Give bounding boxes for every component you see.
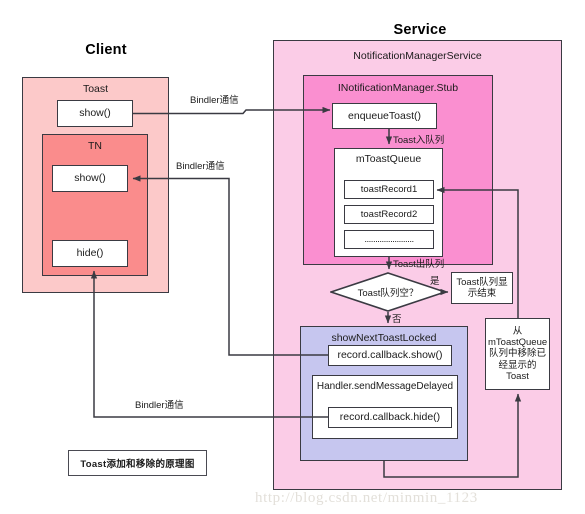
queue-empty-decision[interactable]: Toast队列空？ xyxy=(328,272,448,312)
tn-show-box[interactable]: show() xyxy=(52,165,128,192)
edge-label-binder-3: Bindler通信 xyxy=(135,400,184,411)
enqueue-toast-box[interactable]: enqueueToast() xyxy=(332,103,437,129)
remove-toast-label: 从mToastQueue队列中移除已经显示的Toast xyxy=(488,325,548,383)
stub-group-label: INotificationManager.Stub xyxy=(337,82,459,94)
legend-caption-box: Toast添加和移除的原理图 xyxy=(68,450,207,476)
show-next-toast-locked-label: showNextToastLocked xyxy=(331,332,437,344)
edge-label-dequeue: Toast出队列 xyxy=(393,259,445,270)
remove-toast-box: 从mToastQueue队列中移除已经显示的Toast xyxy=(485,318,550,390)
record-callback-hide-box[interactable]: record.callback.hide() xyxy=(328,407,452,428)
edge-label-yes: 是 xyxy=(430,276,440,287)
toast-queue-end-box: Toast队列显示结束 xyxy=(451,272,513,304)
toast-record-2[interactable]: toastRecord2 xyxy=(344,205,434,224)
handler-label: Handler.sendMessageDelayed xyxy=(316,381,454,392)
toast-queue-end-label: Toast队列显示结束 xyxy=(456,276,508,299)
mtoast-queue-label: mToastQueue xyxy=(355,153,422,165)
toast-record-more[interactable]: ....................... xyxy=(344,230,434,249)
edge-label-binder-1: Bindler通信 xyxy=(190,95,239,106)
toast-group-label: Toast xyxy=(82,83,109,95)
edge-label-no: 否 xyxy=(392,314,402,325)
diagram-canvas: Client Service Toast show() TN show() hi… xyxy=(0,0,585,514)
tn-hide-box[interactable]: hide() xyxy=(52,240,128,267)
service-title: Service xyxy=(393,22,447,38)
toast-show-box[interactable]: show() xyxy=(57,100,133,127)
edge-label-enqueue: Toast入队列 xyxy=(393,135,445,146)
legend-caption: Toast添加和移除的原理图 xyxy=(80,459,195,470)
record-callback-show-box[interactable]: record.callback.show() xyxy=(328,345,452,366)
client-title: Client xyxy=(85,42,127,58)
nms-group-label: NotificationManagerService xyxy=(353,50,482,62)
tn-group-label: TN xyxy=(88,140,102,152)
edge-label-binder-2: Bindler通信 xyxy=(176,161,225,172)
watermark-url: http://blog.csdn.net/minmin_1123 xyxy=(255,490,478,506)
toast-record-1[interactable]: toastRecord1 xyxy=(344,180,434,199)
queue-empty-decision-label: Toast队列空？ xyxy=(357,288,419,299)
